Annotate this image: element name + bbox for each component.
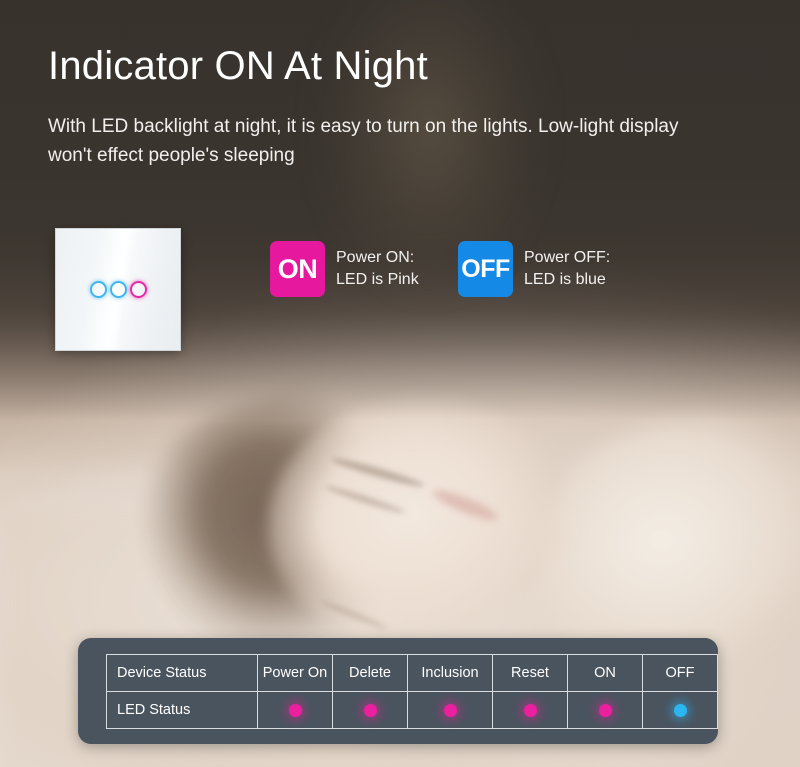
switch-led-row [56,281,180,298]
cell-led-off [642,691,718,729]
legend-off-line1: Power OFF: [524,249,611,267]
led-indicator-2-blue [109,281,127,298]
cell-header-power-on: Power On [257,654,333,692]
led-status-table: Device Status Power On Delete Inclusion … [106,654,718,729]
cell-led-on [567,691,643,729]
led-dot-delete [363,703,377,717]
led-dot-reset [523,703,537,717]
led-indicator-3-pink [129,281,147,298]
led-dot-off [673,703,687,717]
led-dot-on [598,703,612,717]
legend-on-line2: LED is Pink [336,271,419,288]
badge-on: ON [270,241,325,297]
cell-header-off: OFF [642,654,718,692]
cell-device-status-label: Device Status [106,654,258,692]
cell-header-reset: Reset [492,654,568,692]
cell-led-inclusion [407,691,493,729]
table-row-led-status: LED Status [106,691,718,729]
page-title: Indicator ON At Night [48,44,428,88]
product-feature-banner: Indicator ON At Night With LED backlight… [0,0,800,767]
legend-off-line2: LED is blue [524,271,606,288]
cell-led-delete [332,691,408,729]
legend-on-text: Power ON: LED is Pink [336,247,419,290]
cell-header-delete: Delete [332,654,408,692]
table-row-device-status: Device Status Power On Delete Inclusion … [106,654,718,692]
badge-off: OFF [458,241,513,297]
page-description: With LED backlight at night, it is easy … [48,116,679,166]
wall-switch-panel [55,228,181,351]
led-dot-power-on [288,703,302,717]
led-indicator-1-blue [89,281,107,298]
cell-header-inclusion: Inclusion [407,654,493,692]
led-status-panel: Device Status Power On Delete Inclusion … [78,638,718,744]
cell-led-status-label: LED Status [106,691,258,729]
cell-header-on: ON [567,654,643,692]
legend-off-text: Power OFF: LED is blue [524,247,610,290]
legend-power-on: ON Power ON: LED is Pink [270,241,419,297]
legend-power-off: OFF Power OFF: LED is blue [458,241,610,297]
cell-led-reset [492,691,568,729]
cell-led-power-on [257,691,333,729]
legend-on-line1: Power ON: [336,249,415,267]
led-dot-inclusion [443,703,457,717]
